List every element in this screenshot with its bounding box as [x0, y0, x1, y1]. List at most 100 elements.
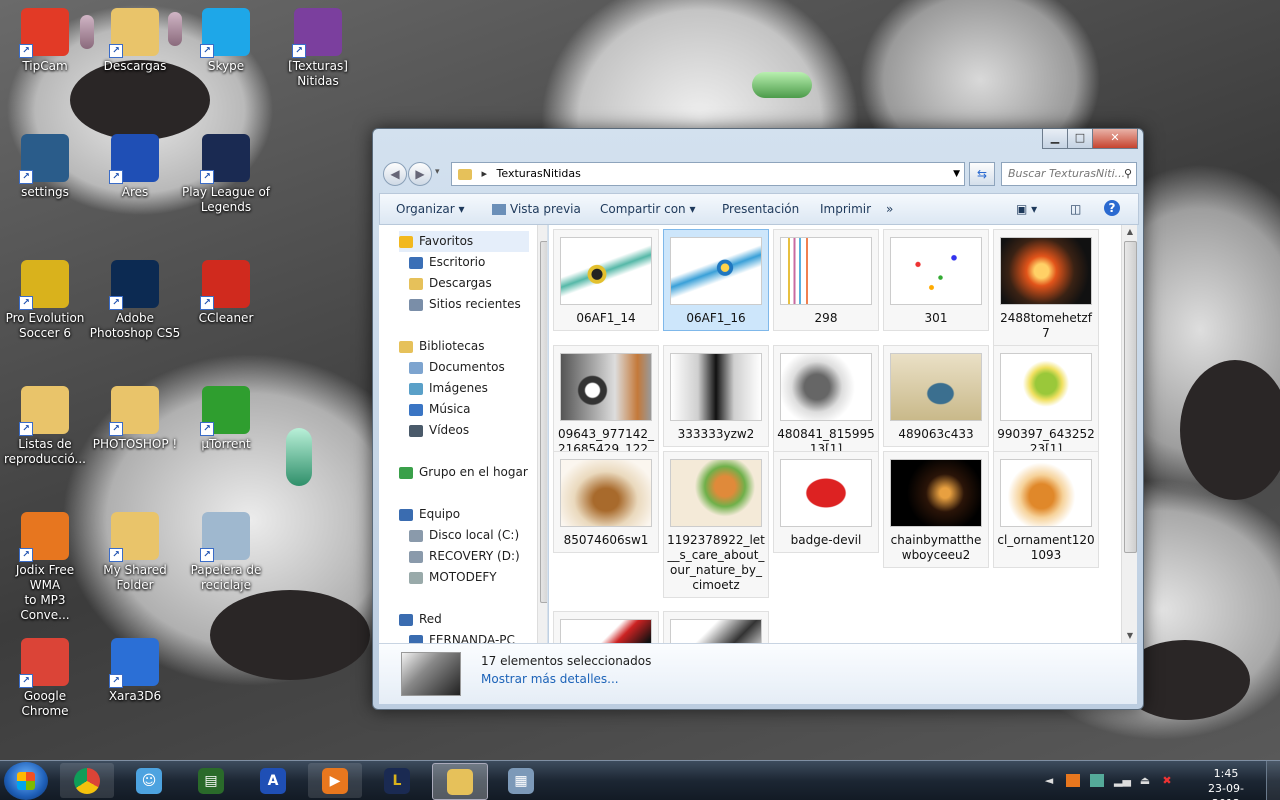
slideshow-button[interactable]: Presentación	[722, 202, 799, 216]
file-tile[interactable]: 06AF1_14	[553, 229, 659, 331]
taskbar-explorer[interactable]	[432, 763, 488, 800]
scroll-down-arrow[interactable]: ▼	[1122, 629, 1137, 643]
nav-scrollbar[interactable]	[537, 225, 547, 643]
start-button[interactable]	[4, 762, 48, 800]
share-menu[interactable]: Compartir con ▾	[600, 202, 696, 216]
nav-favorites[interactable]: Favoritos	[399, 231, 529, 252]
file-tile[interactable]: 990397_64325223[1]	[993, 345, 1099, 462]
desktop-icon[interactable]: ↗ settings	[0, 134, 91, 200]
refresh-button[interactable]: ⇆	[969, 162, 995, 186]
desktop-icon[interactable]: ↗ µTorrent	[180, 386, 272, 452]
file-tile[interactable]: 06AF1_16	[663, 229, 769, 331]
taskbar-calculator[interactable]: ▦	[494, 763, 548, 798]
nav-documents[interactable]: Documentos	[409, 357, 505, 378]
breadcrumb-current[interactable]: TexturasNitidas	[497, 167, 581, 180]
desktop-icon[interactable]: ↗ Listas de reproducció...	[0, 386, 91, 467]
file-tile[interactable]: 298	[773, 229, 879, 331]
file-tile[interactable]: chainbymatthewboyceeu2	[883, 451, 989, 568]
print-button[interactable]: Imprimir	[820, 202, 871, 216]
shortcut-arrow-icon: ↗	[19, 674, 33, 688]
nav-downloads[interactable]: Descargas	[409, 273, 492, 294]
desktop-icon[interactable]: ↗ TipCam	[0, 8, 91, 74]
file-tile[interactable]: badge-devil	[773, 451, 879, 553]
desktop-icon[interactable]: ↗ Ares	[89, 134, 181, 200]
nav-videos[interactable]: Vídeos	[409, 420, 469, 441]
more-commands-button[interactable]: »	[886, 202, 893, 216]
nav-drive-c[interactable]: Disco local (C:)	[409, 525, 519, 546]
forward-button[interactable]: ▶	[408, 162, 432, 186]
taskbar-media-player[interactable]: ▶	[308, 763, 362, 798]
close-button[interactable]: ✕	[1092, 129, 1138, 149]
desktop-icon[interactable]: ↗ Pro Evolution Soccer 6	[0, 260, 91, 341]
taskbar-chrome[interactable]	[60, 763, 114, 798]
file-tile[interactable]: 333333yzw2	[663, 345, 769, 447]
desktop-icon[interactable]: ↗ Jodix Free WMA to MP3 Conve...	[0, 512, 91, 623]
preview-button[interactable]: Vista previa	[492, 202, 581, 216]
desktop-icon[interactable]: ↗ Adobe Photoshop CS5	[89, 260, 181, 341]
search-icon[interactable]: ⚲	[1124, 163, 1132, 185]
maximize-button[interactable]: □	[1067, 129, 1093, 149]
breadcrumb-separator[interactable]: ▸	[482, 167, 488, 180]
minimize-button[interactable]: ▁	[1042, 129, 1068, 149]
explorer-window[interactable]: ▁ □ ✕ ◀ ▶ ▾ ▸ TexturasNitidas ▼ ⇆ Buscar…	[372, 128, 1144, 710]
clock[interactable]: 1:45 23-09-2012	[1196, 766, 1256, 800]
desktop-icon[interactable]: ↗ [Texturas] Nitidas	[272, 8, 364, 89]
search-input[interactable]: Buscar TexturasNiti... ⚲	[1001, 162, 1137, 186]
volume-icon[interactable]: ◄	[1042, 774, 1056, 787]
desktop-icon[interactable]: ↗ Xara3D6	[89, 638, 181, 704]
file-tile[interactable]	[553, 611, 659, 643]
tipcam-icon: ↗	[19, 8, 69, 58]
nav-scroll-thumb[interactable]	[540, 241, 547, 603]
file-tile[interactable]: 2488tomehetzf7	[993, 229, 1099, 346]
file-tile[interactable]	[663, 611, 769, 643]
desktop-icon[interactable]: ↗ PHOTOSHOP !	[89, 386, 181, 452]
file-tile[interactable]: cl_ornament1201093	[993, 451, 1099, 568]
tray-app-icon-2[interactable]	[1090, 774, 1104, 787]
nav-libraries[interactable]: Bibliotecas	[399, 336, 484, 357]
nav-music[interactable]: Música	[409, 399, 471, 420]
network-error-icon[interactable]: ✖	[1160, 774, 1174, 787]
recent-pages-dropdown[interactable]: ▾	[435, 167, 440, 177]
desktop-icon[interactable]: ↗ My Shared Folder	[89, 512, 181, 593]
file-view-scrollbar[interactable]: ▲ ▼	[1121, 225, 1137, 643]
chevron-down-icon[interactable]: ▼	[953, 163, 960, 185]
desktop-icon[interactable]: ↗ Papelera de reciclaje	[180, 512, 272, 593]
taskbar-ares[interactable]: A	[246, 763, 300, 798]
back-button[interactable]: ◀	[383, 162, 407, 186]
organize-menu[interactable]: Organizar ▾	[396, 202, 465, 216]
file-tile[interactable]: 480841_81599513[1]	[773, 345, 879, 462]
file-tile[interactable]: 301	[883, 229, 989, 331]
desktop-icon[interactable]: ↗ CCleaner	[180, 260, 272, 326]
help-icon[interactable]: ?	[1104, 200, 1120, 216]
nav-computer[interactable]: Equipo	[399, 504, 460, 525]
change-view-button[interactable]: ▣ ▾	[1016, 202, 1037, 216]
taskbar-league-of-legends[interactable]: L	[370, 763, 424, 798]
show-more-details-link[interactable]: Mostrar más detalles...	[481, 672, 619, 686]
nav-drive-d[interactable]: RECOVERY (D:)	[409, 546, 520, 567]
desktop-icon[interactable]: ↗ Google Chrome	[0, 638, 91, 719]
desktop-icon[interactable]: ↗ Skype	[180, 8, 272, 74]
nav-desktop[interactable]: Escritorio	[409, 252, 485, 273]
nav-pictures[interactable]: Imágenes	[409, 378, 488, 399]
computer-icon	[399, 508, 413, 521]
nav-homegroup[interactable]: Grupo en el hogar	[399, 462, 528, 483]
usb-device-icon[interactable]: ⏏	[1138, 774, 1152, 787]
file-tile[interactable]: 489063c433	[883, 345, 989, 447]
nav-motodefy[interactable]: MOTODEFY	[409, 567, 497, 588]
scroll-up-arrow[interactable]: ▲	[1122, 225, 1137, 239]
taskbar-task-manager[interactable]: ▤	[184, 763, 238, 798]
taskbar-messenger[interactable]: ☺	[122, 763, 176, 798]
file-scroll-thumb[interactable]	[1124, 241, 1137, 553]
nav-network[interactable]: Red	[399, 609, 442, 630]
nav-recent-places[interactable]: Sitios recientes	[409, 294, 521, 315]
file-tile[interactable]: 1192378922_let__s_care_about_our_nature_…	[663, 451, 769, 598]
address-field[interactable]: ▸ TexturasNitidas ▼	[451, 162, 965, 186]
show-desktop-button[interactable]	[1266, 761, 1280, 800]
nav-fernanda-pc[interactable]: FERNANDA-PC	[409, 630, 515, 643]
network-signal-icon[interactable]: ▂▄	[1114, 774, 1131, 787]
preview-pane-button[interactable]: ◫	[1070, 202, 1081, 216]
tray-app-icon[interactable]	[1066, 774, 1080, 787]
file-tile[interactable]: 85074606sw1	[553, 451, 659, 553]
desktop-icon[interactable]: ↗ Play League of Legends	[180, 134, 272, 215]
desktop-icon[interactable]: ↗ Descargas	[89, 8, 181, 74]
